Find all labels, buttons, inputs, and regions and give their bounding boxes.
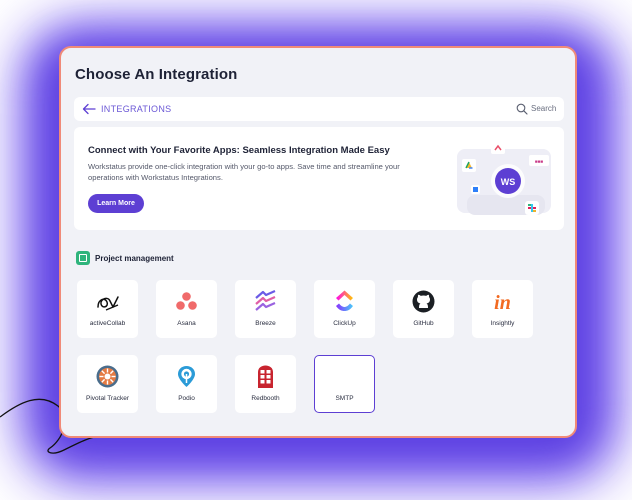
integration-name: Redbooth xyxy=(251,395,280,402)
section-heading: Project management xyxy=(95,254,174,263)
integration-hub-illustration: WS ■■■ xyxy=(457,142,551,215)
integration-name: GitHub xyxy=(413,320,434,327)
banner-description: Workstatus provide one-click integration… xyxy=(88,162,400,182)
search-input[interactable]: Search xyxy=(531,104,556,113)
redbooth-icon xyxy=(258,365,273,388)
integration-name: Insightly xyxy=(490,320,515,327)
integration-tile-pivotal-tracker[interactable]: Pivotal Tracker xyxy=(77,355,138,413)
integration-name: Podio xyxy=(178,395,195,402)
back-arrow-icon[interactable] xyxy=(82,103,96,115)
breadcrumb[interactable]: INTEGRATIONS xyxy=(101,104,171,114)
svg-text:■■■: ■■■ xyxy=(535,159,544,164)
breeze-icon xyxy=(255,289,276,311)
integration-tile-clickup[interactable]: ClickUp xyxy=(314,280,375,338)
integration-tile-podio[interactable]: Podio xyxy=(156,355,217,413)
hub-logo: WS xyxy=(501,177,516,187)
banner-heading: Connect with Your Favorite Apps: Seamles… xyxy=(88,145,390,156)
learn-more-button[interactable]: Learn More xyxy=(88,194,144,213)
pivotal-tracker-icon xyxy=(96,365,119,388)
integration-tile-breeze[interactable]: Breeze xyxy=(235,280,296,338)
page-title: Choose An Integration xyxy=(75,66,238,83)
asana-icon xyxy=(176,292,197,310)
integration-tile-activecollab[interactable]: activeCollab xyxy=(77,280,138,338)
integration-name: activeCollab xyxy=(89,320,126,327)
podio-icon xyxy=(178,366,195,387)
integration-tile-smtp[interactable]: SMTP xyxy=(314,355,375,413)
project-management-icon xyxy=(76,251,90,265)
clickup-icon xyxy=(336,290,353,311)
promo-banner: Connect with Your Favorite Apps: Seamles… xyxy=(74,127,564,230)
integration-tile-redbooth[interactable]: Redbooth xyxy=(235,355,296,413)
integration-name: ClickUp xyxy=(333,320,356,327)
integration-name: SMTP xyxy=(335,395,354,402)
search-icon[interactable] xyxy=(516,103,528,115)
insightly-icon: in xyxy=(494,292,511,314)
integration-name: Breeze xyxy=(255,320,276,327)
breadcrumb-bar: INTEGRATIONS Search xyxy=(74,97,564,121)
github-icon xyxy=(412,290,435,313)
svg-text:in: in xyxy=(494,292,511,314)
activecollab-icon xyxy=(97,296,119,311)
integration-tile-github[interactable]: GitHub xyxy=(393,280,454,338)
integration-tile-insightly[interactable]: in Insightly xyxy=(472,280,533,338)
integration-name: Asana xyxy=(177,320,196,327)
integration-name: Pivotal Tracker xyxy=(86,395,129,402)
integration-tile-asana[interactable]: Asana xyxy=(156,280,217,338)
integration-panel: Choose An Integration INTEGRATIONS Searc… xyxy=(59,46,577,438)
